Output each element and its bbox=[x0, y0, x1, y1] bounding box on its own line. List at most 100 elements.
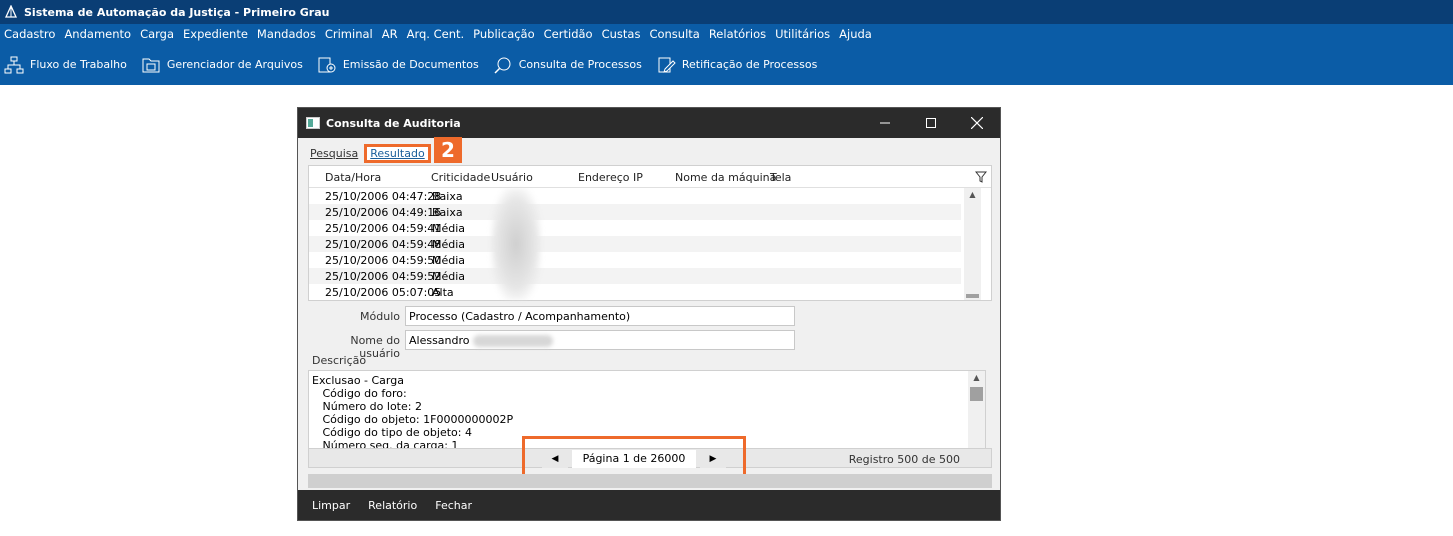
file-manager-icon bbox=[142, 58, 160, 72]
grid-scrollbar[interactable]: ▲ bbox=[964, 188, 981, 300]
cell-criticidade: Baixa bbox=[432, 205, 463, 219]
menu-relatorios[interactable]: Relatórios bbox=[709, 27, 766, 41]
modulo-value: Processo (Cadastro / Acompanhamento) bbox=[409, 310, 631, 323]
app-title: Sistema de Automação da Justiça - Primei… bbox=[24, 5, 330, 19]
table-row[interactable]: 25/10/2006 04:59:52 Média bbox=[309, 268, 961, 284]
tab-resultado[interactable]: Resultado bbox=[364, 144, 431, 163]
cell-criticidade: Baixa bbox=[432, 189, 463, 203]
cell-date: 25/10/2006 04:59:48 bbox=[325, 237, 442, 251]
scrollbar-thumb[interactable] bbox=[966, 294, 979, 298]
menu-custas[interactable]: Custas bbox=[602, 27, 641, 41]
action-bar: Limpar Relatório Fechar bbox=[298, 490, 1000, 520]
modulo-label: Módulo bbox=[360, 310, 400, 323]
scroll-up-icon[interactable]: ▲ bbox=[968, 371, 985, 385]
desc-line: Código do objeto: 1F0000000002P bbox=[312, 413, 514, 426]
workflow-label: Fluxo de Trabalho bbox=[30, 58, 127, 71]
grid-header: Data/Hora Criticidade Usuário Endereço I… bbox=[309, 166, 991, 188]
document-issue-icon bbox=[318, 57, 336, 72]
menu-utilitarios[interactable]: Utilitários bbox=[775, 27, 830, 41]
document-issue-label: Emissão de Documentos bbox=[342, 58, 479, 71]
triangle-right-icon: ▶ bbox=[709, 454, 717, 464]
dialog-titlebar: Consulta de Auditoria bbox=[298, 108, 1000, 138]
table-row[interactable]: 25/10/2006 04:49:16 Baixa bbox=[309, 204, 961, 220]
maximize-icon bbox=[926, 118, 936, 128]
cell-date: 25/10/2006 05:07:05 bbox=[325, 285, 442, 299]
col-data-hora[interactable]: Data/Hora bbox=[325, 171, 381, 184]
cell-date: 25/10/2006 04:59:41 bbox=[325, 221, 442, 235]
toolbar: Fluxo de Trabalho Gerenciador de Arquivo… bbox=[0, 44, 1453, 85]
tab-strip: Pesquisa Resultado bbox=[304, 141, 431, 163]
menu-carga[interactable]: Carga bbox=[140, 27, 174, 41]
prev-page-button[interactable]: ◀ bbox=[542, 450, 568, 468]
edit-process-label: Retificação de Processos bbox=[681, 58, 818, 71]
close-button[interactable] bbox=[954, 108, 1000, 138]
table-row[interactable]: 25/10/2006 04:59:48 Média bbox=[309, 236, 961, 252]
minimize-icon bbox=[880, 122, 890, 124]
modulo-field[interactable]: Processo (Cadastro / Acompanhamento) bbox=[405, 306, 795, 326]
dialog-title: Consulta de Auditoria bbox=[326, 116, 461, 130]
menu-andamento[interactable]: Andamento bbox=[64, 27, 131, 41]
registro-count: Registro 500 de 500 bbox=[848, 453, 960, 466]
workflow-icon bbox=[4, 56, 24, 73]
descricao-scrollbar[interactable]: ▲ bbox=[968, 371, 985, 449]
triangle-left-icon: ◀ bbox=[551, 454, 559, 464]
relatorio-button[interactable]: Relatório bbox=[368, 499, 417, 512]
cell-date: 25/10/2006 04:59:52 bbox=[325, 269, 442, 283]
menu-publicacao[interactable]: Publicação bbox=[473, 27, 535, 41]
menu-cadastro[interactable]: Cadastro bbox=[4, 27, 55, 41]
descricao-label: Descrição bbox=[312, 354, 367, 367]
menu-consulta[interactable]: Consulta bbox=[649, 27, 699, 41]
tab-pesquisa[interactable]: Pesquisa bbox=[304, 144, 364, 163]
desc-line: Exclusao - Carga bbox=[312, 374, 404, 387]
process-search-icon bbox=[494, 57, 511, 74]
menubar: Cadastro Andamento Carga Expediente Mand… bbox=[0, 24, 1453, 44]
file-manager-button[interactable]: Gerenciador de Arquivos bbox=[141, 56, 303, 74]
menu-ajuda[interactable]: Ajuda bbox=[839, 27, 872, 41]
col-tela[interactable]: Tela bbox=[770, 171, 791, 184]
scroll-up-icon[interactable]: ▲ bbox=[964, 188, 981, 202]
minimize-button[interactable] bbox=[862, 108, 908, 138]
usuario-field[interactable]: Alessandro bbox=[405, 330, 795, 350]
filter-icon[interactable] bbox=[974, 171, 988, 186]
table-row[interactable]: 25/10/2006 04:47:28 Baixa bbox=[309, 188, 961, 204]
fechar-button[interactable]: Fechar bbox=[435, 499, 472, 512]
process-search-button[interactable]: Consulta de Processos bbox=[493, 56, 642, 74]
cell-date: 25/10/2006 04:59:50 bbox=[325, 253, 442, 267]
col-criticidade[interactable]: Criticidade bbox=[431, 171, 490, 184]
cell-criticidade: Média bbox=[432, 253, 466, 267]
table-row[interactable]: 25/10/2006 05:07:05 Alta bbox=[309, 284, 961, 300]
cell-criticidade: Alta bbox=[432, 285, 454, 299]
workflow-button[interactable]: Fluxo de Trabalho bbox=[4, 56, 127, 74]
table-row[interactable]: 25/10/2006 04:59:41 Média bbox=[309, 220, 961, 236]
table-row[interactable]: 25/10/2006 04:59:50 Média bbox=[309, 252, 961, 268]
audit-dialog: Consulta de Auditoria Pesquisa Resultado… bbox=[297, 107, 1001, 521]
file-manager-label: Gerenciador de Arquivos bbox=[166, 58, 303, 71]
col-endereco-ip[interactable]: Endereço IP bbox=[578, 171, 643, 184]
menu-certidao[interactable]: Certidão bbox=[544, 27, 593, 41]
cell-criticidade: Média bbox=[432, 269, 466, 283]
scrollbar-thumb[interactable] bbox=[970, 387, 983, 401]
results-grid: Data/Hora Criticidade Usuário Endereço I… bbox=[308, 165, 992, 301]
cell-criticidade: Média bbox=[432, 237, 466, 251]
page-indicator: Página 1 de 26000 bbox=[572, 450, 696, 468]
menu-criminal[interactable]: Criminal bbox=[325, 27, 373, 41]
col-nome-maquina[interactable]: Nome da máquina bbox=[675, 171, 776, 184]
limpar-button[interactable]: Limpar bbox=[312, 499, 350, 512]
menu-arq-cent[interactable]: Arq. Cent. bbox=[407, 27, 465, 41]
edit-process-button[interactable]: Retificação de Processos bbox=[656, 56, 817, 74]
cell-date: 25/10/2006 04:47:28 bbox=[325, 189, 442, 203]
process-search-label: Consulta de Processos bbox=[518, 58, 642, 71]
next-page-button[interactable]: ▶ bbox=[700, 450, 726, 468]
menu-mandados[interactable]: Mandados bbox=[257, 27, 316, 41]
scales-icon bbox=[4, 4, 18, 19]
desc-line: Número do lote: 2 bbox=[312, 400, 422, 413]
menu-ar[interactable]: AR bbox=[382, 27, 398, 41]
close-icon bbox=[971, 117, 983, 129]
menu-expediente[interactable]: Expediente bbox=[183, 27, 248, 41]
document-issue-button[interactable]: Emissão de Documentos bbox=[317, 56, 479, 74]
grid-body: 25/10/2006 04:47:28 Baixa 25/10/2006 04:4… bbox=[309, 188, 961, 300]
status-strip bbox=[308, 474, 992, 488]
maximize-button[interactable] bbox=[908, 108, 954, 138]
window-icon bbox=[306, 117, 320, 129]
col-usuario[interactable]: Usuário bbox=[491, 171, 533, 184]
